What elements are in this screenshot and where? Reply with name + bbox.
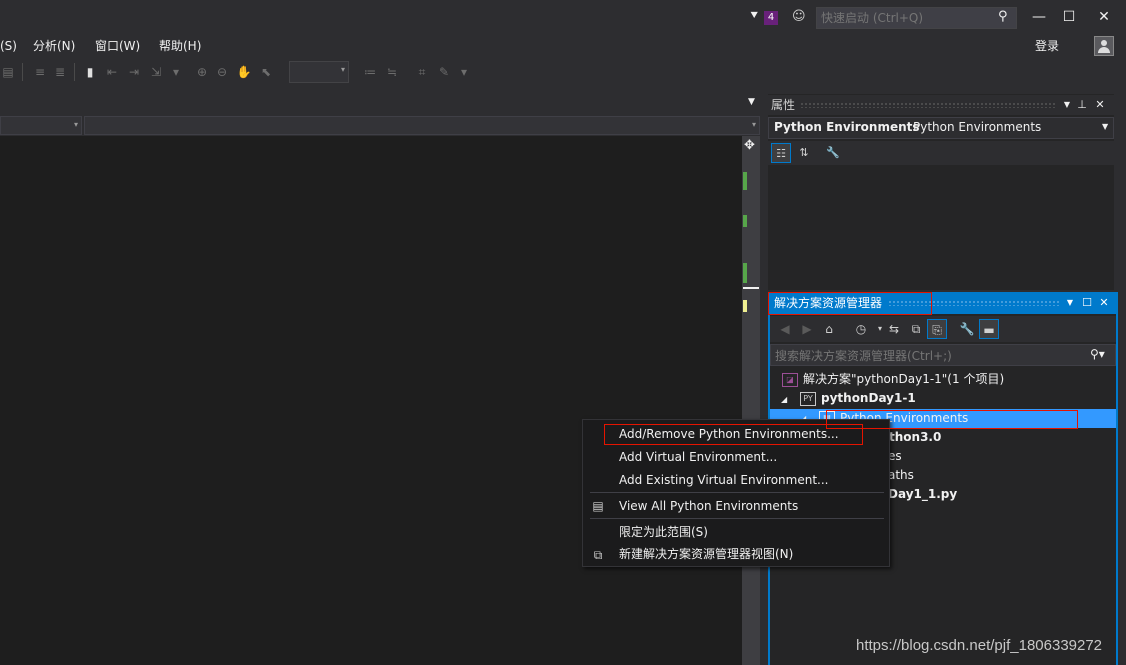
menu-add-existing-virtual-environment[interactable]: Add Existing Virtual Environment... bbox=[619, 472, 828, 488]
menu-separator bbox=[590, 518, 884, 519]
back-icon[interactable]: ◀ bbox=[775, 319, 795, 339]
avatar[interactable] bbox=[1094, 36, 1114, 56]
close-panel-icon[interactable]: ✕ bbox=[1093, 97, 1107, 113]
pending-changes-icon[interactable]: ◷ bbox=[851, 319, 871, 339]
new-view-icon: ⧉ bbox=[593, 548, 603, 562]
expand-triangle-icon[interactable]: ◢ bbox=[781, 395, 787, 404]
forward-icon[interactable]: ▶ bbox=[797, 319, 817, 339]
tree-item-references[interactable]: es bbox=[888, 447, 902, 466]
pin-icon[interactable]: ⊥ bbox=[1075, 97, 1089, 113]
scroll-position-marker bbox=[743, 287, 759, 289]
toolbar-combo[interactable]: ▾ bbox=[289, 61, 349, 83]
property-pages-icon[interactable]: 🔧 bbox=[823, 143, 843, 163]
title-grip[interactable] bbox=[800, 102, 1056, 108]
watermark-text: https://blog.csdn.net/pjf_1806339272 bbox=[856, 637, 1103, 654]
nav-scope-dropdown[interactable]: ▾ bbox=[0, 116, 82, 135]
show-all-files-icon[interactable]: ⎘ bbox=[927, 319, 947, 339]
close-button[interactable]: ✕ bbox=[1090, 6, 1118, 28]
tree-item-solution[interactable]: 解决方案"pythonDay1-1"(1 个项目) bbox=[803, 370, 1004, 389]
notification-badge[interactable]: 4 bbox=[764, 11, 778, 25]
chevron-down-icon[interactable]: ▼ bbox=[1102, 122, 1108, 131]
uncomment-icon[interactable]: ≣ bbox=[52, 63, 68, 81]
search-icon[interactable]: ⚲▾ bbox=[1090, 347, 1105, 361]
quick-launch-box[interactable] bbox=[816, 7, 1017, 29]
solution-search-box[interactable] bbox=[770, 344, 1116, 366]
collapse-all-icon[interactable]: ⧉ bbox=[906, 319, 926, 339]
panel-gutter bbox=[760, 94, 768, 665]
split-window-icon[interactable]: ✥ bbox=[744, 138, 755, 153]
sync-icon[interactable]: ⇆ bbox=[884, 319, 904, 339]
scroll-change-marker bbox=[743, 263, 747, 283]
tree-item-search-paths[interactable]: aths bbox=[888, 466, 914, 485]
comment-icon[interactable]: ≡ bbox=[32, 63, 48, 81]
properties-toolbar bbox=[768, 141, 1114, 165]
annotation-box-solution-explorer-title bbox=[768, 292, 932, 315]
toolbar-overflow-icon[interactable]: ▾ bbox=[168, 63, 184, 81]
solution-search-input[interactable] bbox=[775, 348, 1075, 363]
scroll-change-marker bbox=[743, 300, 747, 312]
toolbar-separator bbox=[22, 63, 23, 81]
properties-icon[interactable]: 🔧 bbox=[957, 319, 977, 339]
solution-icon: ◪ bbox=[782, 373, 798, 387]
home-icon[interactable]: ⌂ bbox=[819, 319, 839, 339]
bookmark-icon[interactable]: ▮ bbox=[82, 63, 98, 81]
tree-item-python-file[interactable]: Day1_1.py bbox=[888, 485, 957, 504]
minimize-button[interactable]: — bbox=[1025, 6, 1053, 28]
prev-bookmark-icon[interactable]: ⇤ bbox=[104, 63, 120, 81]
tool-icon[interactable]: ⌗ bbox=[414, 63, 430, 81]
next-bookmark-icon[interactable]: ⇥ bbox=[126, 63, 142, 81]
python-project-icon: PY bbox=[800, 392, 816, 406]
feedback-icon[interactable]: ☺ bbox=[792, 9, 808, 25]
scroll-change-marker bbox=[743, 215, 747, 227]
align-icon[interactable]: ≔ bbox=[362, 63, 378, 81]
window-position-icon[interactable]: ▼ bbox=[1063, 295, 1077, 311]
sign-in-link[interactable]: 登录 bbox=[1035, 37, 1059, 55]
menu-add-virtual-environment[interactable]: Add Virtual Environment... bbox=[619, 449, 777, 465]
properties-title: 属性 bbox=[771, 98, 796, 112]
annotation-box-python-environments bbox=[826, 410, 1078, 429]
window-position-icon[interactable]: ▼ bbox=[1060, 97, 1074, 113]
maximize-panel-icon[interactable]: ☐ bbox=[1080, 295, 1094, 311]
menu-view-all-environments[interactable]: View All Python Environments bbox=[619, 498, 798, 514]
annotation-box-add-remove bbox=[604, 424, 863, 445]
menu-item-partial[interactable]: (S) bbox=[0, 37, 17, 55]
maximize-button[interactable]: ☐ bbox=[1055, 6, 1083, 28]
nav-member-dropdown[interactable]: ▾ bbox=[84, 116, 760, 135]
editor-tab-strip bbox=[0, 94, 760, 112]
toolbar-format-icon[interactable]: ▤ bbox=[0, 63, 16, 81]
preview-icon[interactable]: ▬ bbox=[979, 319, 999, 339]
select-icon[interactable]: ⬉ bbox=[258, 63, 274, 81]
environments-icon: ▤ bbox=[592, 499, 604, 513]
format-icon[interactable]: ≒ bbox=[384, 63, 400, 81]
search-icon[interactable]: ⚲ bbox=[998, 9, 1014, 25]
tab-list-chevron-icon[interactable]: ▼ bbox=[748, 97, 755, 107]
menu-scope-to-this[interactable]: 限定为此范围(S) bbox=[619, 524, 708, 540]
toolbar-overflow-icon[interactable]: ▾ bbox=[456, 63, 472, 81]
selected-object-type: Python Environments bbox=[913, 120, 1042, 134]
quick-launch-input[interactable] bbox=[821, 10, 996, 26]
zoom-out-icon[interactable]: ⊖ bbox=[214, 63, 230, 81]
menu-new-solution-explorer-view[interactable]: 新建解决方案资源管理器视图(N) bbox=[619, 546, 793, 562]
alphabetical-sort-icon[interactable]: ⇅ bbox=[794, 143, 814, 163]
tree-item-python-env[interactable]: thon3.0 bbox=[889, 428, 941, 447]
notification-flag-icon[interactable]: ⯆ bbox=[749, 10, 765, 24]
menu-item-analyze[interactable]: 分析(N) bbox=[33, 37, 75, 55]
clear-bookmark-icon[interactable]: ⇲ bbox=[148, 63, 164, 81]
code-editor[interactable] bbox=[0, 136, 742, 665]
zoom-in-icon[interactable]: ⊕ bbox=[194, 63, 210, 81]
pipette-icon[interactable]: ✎ bbox=[436, 63, 452, 81]
close-panel-icon[interactable]: ✕ bbox=[1097, 295, 1111, 311]
categorized-icon[interactable]: ☷ bbox=[771, 143, 791, 163]
menu-item-window[interactable]: 窗口(W) bbox=[95, 37, 140, 55]
toolbar-separator bbox=[74, 63, 75, 81]
selected-object-name: Python Environments bbox=[774, 120, 920, 134]
scroll-change-marker bbox=[743, 172, 747, 190]
menu-item-help[interactable]: 帮助(H) bbox=[159, 37, 201, 55]
menu-separator bbox=[590, 492, 884, 493]
pan-icon[interactable]: ✋ bbox=[236, 63, 252, 81]
tree-item-project[interactable]: pythonDay1-1 bbox=[821, 389, 916, 408]
